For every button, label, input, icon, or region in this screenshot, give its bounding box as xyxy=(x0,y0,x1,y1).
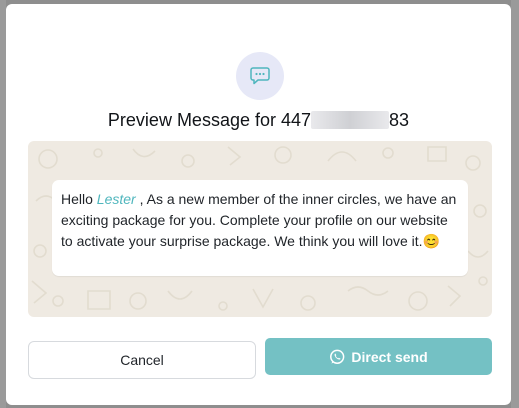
backdrop-right xyxy=(511,0,519,408)
chat-bubble-icon xyxy=(250,67,270,85)
cancel-button-label: Cancel xyxy=(120,352,164,368)
redacted-phone-digits xyxy=(311,111,390,129)
title-prefix: Preview Message for 447 xyxy=(107,110,312,130)
direct-send-label: Direct send xyxy=(351,348,428,365)
modal-title: Preview Message for 447 83 xyxy=(6,110,511,131)
direct-send-button[interactable]: Direct send xyxy=(265,338,492,375)
recipient-name: Lester xyxy=(96,191,136,207)
title-suffix: 83 xyxy=(389,110,410,130)
smile-emoji-icon: 😊 xyxy=(422,233,441,249)
preview-modal: Preview Message for 447 83 Hello Lester … xyxy=(6,4,511,405)
cancel-button[interactable]: Cancel xyxy=(28,341,256,379)
message-greeting: Hello xyxy=(61,191,93,207)
message-bubble: Hello Lester , As a new member of the in… xyxy=(52,180,468,276)
whatsapp-icon xyxy=(330,349,345,364)
message-icon-badge xyxy=(236,52,284,100)
chat-preview-area: Hello Lester , As a new member of the in… xyxy=(28,141,492,317)
